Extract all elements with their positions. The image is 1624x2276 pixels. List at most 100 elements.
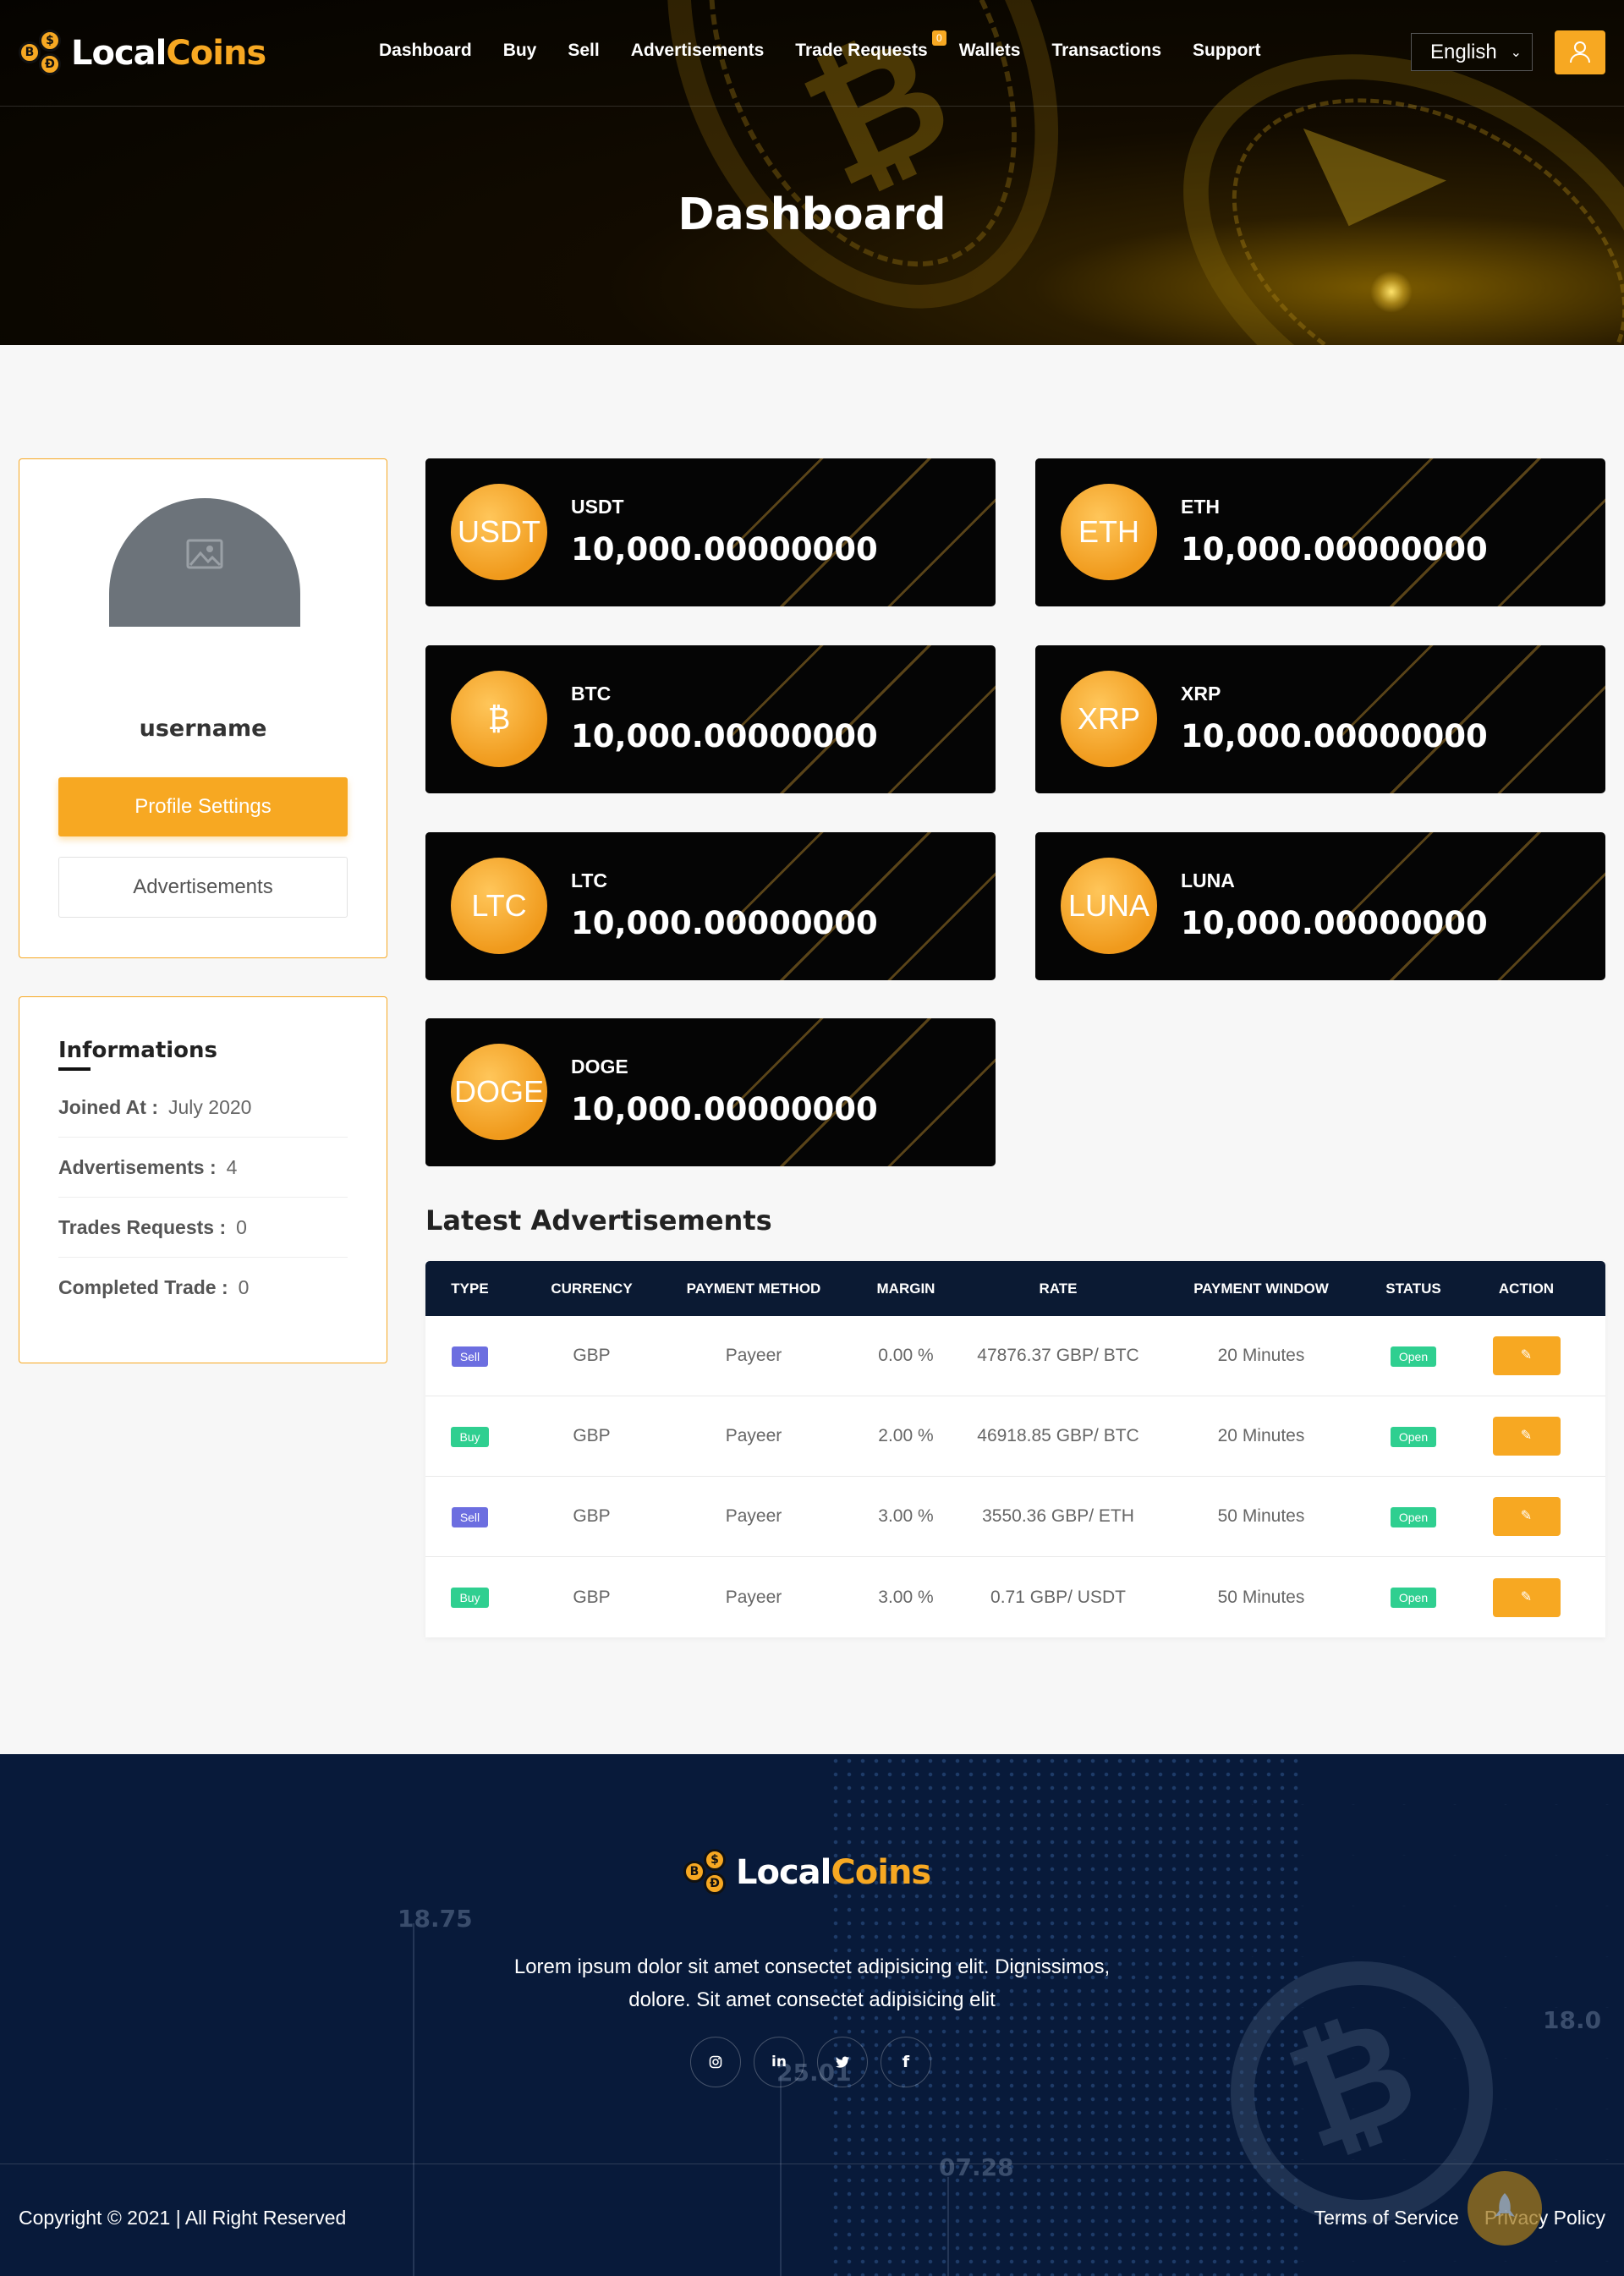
trade-requests-badge: 0 <box>932 30 946 46</box>
status-badge: Open <box>1390 1506 1437 1527</box>
language-value: English <box>1430 41 1497 63</box>
balance-card-doge[interactable]: DOGE DOGE 10,000.00000000 <box>425 1018 996 1166</box>
avatar[interactable] <box>109 498 300 627</box>
language-select[interactable]: English ⌄ <box>1411 33 1533 71</box>
top-navbar: B $ Ð LocalCoins Dashboard Buy Sell Adve… <box>0 0 1624 107</box>
image-placeholder-icon <box>186 539 223 569</box>
column-header: ACTION <box>1498 1280 1555 1297</box>
nav-advertisements[interactable]: Advertisements <box>631 41 765 61</box>
currency-cell: GBP <box>573 1506 611 1526</box>
status-badge: Open <box>1390 1588 1437 1608</box>
twitter-icon[interactable] <box>817 2037 868 2087</box>
footer-description-line: Lorem ipsum dolor sit amet consectet adi… <box>513 1955 1111 1978</box>
nav-trade-requests[interactable]: Trade Requests 0 <box>795 30 946 61</box>
coin-balance: 10,000.00000000 <box>571 905 878 941</box>
ticker-decoration: 07.28 <box>939 2153 1014 2181</box>
margin-cell: 3.00 % <box>878 1506 934 1526</box>
coin-name: BTC <box>571 683 612 705</box>
nav-transactions[interactable]: Transactions <box>1051 41 1161 61</box>
payment-window-cell: 20 Minutes <box>1217 1426 1305 1445</box>
facebook-icon[interactable]: f <box>881 2037 931 2087</box>
edit-button[interactable]: ✎ <box>1492 1336 1561 1375</box>
doge-coin-icon: DOGE <box>451 1044 547 1140</box>
coin-name: LTC <box>571 869 608 891</box>
btc-coin-icon: ₿ <box>451 671 547 767</box>
chevron-down-icon: ⌄ <box>1510 46 1522 60</box>
logo-text: LocalCoins <box>736 1853 931 1892</box>
info-value: July 2020 <box>167 1095 252 1118</box>
scroll-to-top-button[interactable] <box>1468 2171 1542 2246</box>
info-label: Trades Requests : <box>58 1215 227 1238</box>
type-badge: Buy <box>451 1588 489 1608</box>
eth-coin-icon: ETH <box>1061 484 1157 580</box>
nav-trade-requests-label: Trade Requests <box>795 41 928 60</box>
instagram-icon[interactable] <box>690 2037 741 2087</box>
luna-coin-icon: LUNA <box>1061 858 1157 954</box>
balance-card-luna[interactable]: LUNA LUNA 10,000.00000000 <box>1035 832 1605 980</box>
light-glow <box>1370 271 1413 313</box>
latest-advertisements-title: Latest Advertisements <box>425 1204 772 1237</box>
payment-window-cell: 20 Minutes <box>1217 1346 1305 1365</box>
advertisements-button[interactable]: Advertisements <box>58 857 348 918</box>
advertisements-table: TYPE CURRENCY PAYMENT METHOD MARGIN RATE… <box>425 1261 1605 1637</box>
column-header: TYPE <box>451 1280 489 1297</box>
user-account-button[interactable] <box>1555 30 1605 74</box>
linkedin-icon[interactable]: in <box>754 2037 804 2087</box>
logo-text: LocalCoins <box>71 34 266 73</box>
edit-button[interactable]: ✎ <box>1492 1577 1561 1617</box>
type-badge: Sell <box>451 1506 489 1527</box>
type-badge: Buy <box>451 1426 489 1447</box>
ticker-decoration: 18.75 <box>398 1905 473 1933</box>
footer: ₿ 18.75 25.01 07.28 18.0 B $ Ð LocalCoin… <box>0 1754 1624 2276</box>
status-badge: Open <box>1390 1426 1437 1447</box>
balance-card-btc[interactable]: ₿ BTC 10,000.00000000 <box>425 645 996 793</box>
xrp-coin-icon: XRP <box>1061 671 1157 767</box>
payment-method-cell: Payeer <box>725 1587 782 1607</box>
edit-button[interactable]: ✎ <box>1492 1497 1561 1536</box>
info-row-completed-trade: Completed Trade : 0 <box>58 1258 348 1318</box>
table-header: TYPE CURRENCY PAYMENT METHOD MARGIN RATE… <box>425 1261 1605 1316</box>
profile-settings-button[interactable]: Profile Settings <box>58 777 348 836</box>
footer-logo[interactable]: B $ Ð LocalCoins <box>683 1847 931 1898</box>
info-row-joined: Joined At : July 2020 <box>58 1078 348 1138</box>
logo[interactable]: B $ Ð LocalCoins <box>19 30 266 76</box>
nav-buy[interactable]: Buy <box>503 41 537 61</box>
nav-sell[interactable]: Sell <box>568 41 599 61</box>
balance-card-eth[interactable]: ETH ETH 10,000.00000000 <box>1035 458 1605 606</box>
balance-card-usdt[interactable]: USDT USDT 10,000.00000000 <box>425 458 996 606</box>
rate-cell: 47876.37 GBP/ BTC <box>977 1346 1139 1365</box>
payment-method-cell: Payeer <box>725 1346 782 1365</box>
nav-dashboard[interactable]: Dashboard <box>379 41 472 61</box>
info-value: 0 <box>238 1276 250 1298</box>
page-title: Dashboard <box>678 189 946 240</box>
info-value: 4 <box>226 1155 238 1178</box>
edit-icon: ✎ <box>1520 1589 1533 1604</box>
coin-name: XRP <box>1181 683 1221 705</box>
column-header: RATE <box>1039 1280 1078 1297</box>
footer-links: Terms of Service Privacy Policy <box>1314 2207 1605 2229</box>
balance-card-ltc[interactable]: LTC LTC 10,000.00000000 <box>425 832 996 980</box>
margin-cell: 0.00 % <box>878 1346 934 1365</box>
column-header: MARGIN <box>876 1280 935 1297</box>
currency-cell: GBP <box>573 1346 611 1365</box>
informations-title: Informations <box>58 1038 218 1063</box>
column-header: PAYMENT WINDOW <box>1193 1280 1329 1297</box>
balance-card-xrp[interactable]: XRP XRP 10,000.00000000 <box>1035 645 1605 793</box>
info-label: Completed Trade : <box>58 1276 228 1298</box>
coin-name: USDT <box>571 496 624 518</box>
coin-balance: 10,000.00000000 <box>1181 531 1488 568</box>
nav-wallets[interactable]: Wallets <box>959 41 1021 61</box>
rate-cell: 3550.36 GBP/ ETH <box>982 1506 1134 1526</box>
rate-cell: 46918.85 GBP/ BTC <box>977 1426 1139 1445</box>
copyright: Copyright © 2021 | All Right Reserved <box>19 2207 347 2229</box>
nav-support[interactable]: Support <box>1193 41 1260 61</box>
social-links: in f <box>690 2037 931 2087</box>
margin-cell: 2.00 % <box>878 1426 934 1445</box>
edit-button[interactable]: ✎ <box>1492 1417 1561 1456</box>
table-row: Sell GBP Payeer 0.00 % 47876.37 GBP/ BTC… <box>425 1316 1605 1396</box>
coin-name: DOGE <box>571 1056 628 1078</box>
coin-name: ETH <box>1181 496 1220 518</box>
payment-method-cell: Payeer <box>725 1506 782 1526</box>
terms-of-service-link[interactable]: Terms of Service <box>1314 2207 1459 2229</box>
coin-balance: 10,000.00000000 <box>571 531 878 568</box>
